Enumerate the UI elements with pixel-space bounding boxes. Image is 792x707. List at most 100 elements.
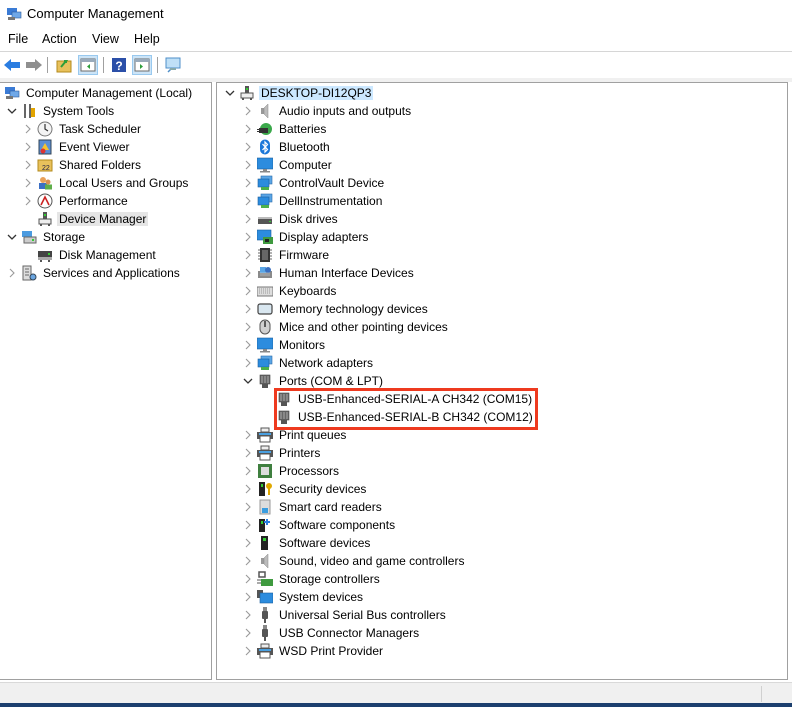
- device-category-batteries[interactable]: Batteries: [241, 120, 328, 138]
- tree-item-label: Memory technology devices: [279, 302, 428, 316]
- display-adapter-icon: [256, 229, 273, 245]
- chevron-right-icon[interactable]: [241, 138, 255, 156]
- device-category-memory-technology-devices[interactable]: Memory technology devices: [241, 300, 430, 318]
- chevron-right-icon[interactable]: [241, 210, 255, 228]
- chevron-right-icon[interactable]: [241, 300, 255, 318]
- device-category-software-components[interactable]: Software components: [241, 516, 397, 534]
- device-category-network-adapters[interactable]: Network adapters: [241, 354, 375, 372]
- chevron-right-icon[interactable]: [21, 174, 35, 192]
- tree-item-label: Software devices: [279, 536, 371, 550]
- help-button[interactable]: ?: [109, 55, 129, 75]
- device-category-disk-drives[interactable]: Disk drives: [241, 210, 340, 228]
- device-category-audio-inputs-and-outputs[interactable]: Audio inputs and outputs: [241, 102, 413, 120]
- chevron-right-icon[interactable]: [241, 336, 255, 354]
- chevron-right-icon[interactable]: [241, 354, 255, 372]
- chevron-right-icon[interactable]: [241, 318, 255, 336]
- firmware-icon: [257, 247, 273, 263]
- connect-computer-button[interactable]: [163, 55, 183, 75]
- device-category-smart-card-readers[interactable]: Smart card readers: [241, 498, 384, 516]
- device-category-controlvault-device[interactable]: ControlVault Device: [241, 174, 386, 192]
- tree-item-shared-folders[interactable]: 22 Shared Folders: [21, 156, 143, 174]
- chevron-right-icon[interactable]: [241, 462, 255, 480]
- device-category-human-interface-devices[interactable]: Human Interface Devices: [241, 264, 416, 282]
- chevron-right-icon[interactable]: [241, 624, 255, 642]
- menu-action[interactable]: Action: [42, 32, 77, 46]
- back-button[interactable]: [2, 55, 22, 75]
- computer-management-icon: [4, 85, 20, 101]
- device-category-keyboards[interactable]: Keyboards: [241, 282, 338, 300]
- device-category-monitors[interactable]: Monitors: [241, 336, 327, 354]
- chevron-down-icon[interactable]: [241, 372, 255, 390]
- device-category-bluetooth[interactable]: Bluetooth: [241, 138, 332, 156]
- device-category-dellinstrumentation[interactable]: DellInstrumentation: [241, 192, 384, 210]
- device-category-sound-video-and-game-controllers[interactable]: Sound, video and game controllers: [241, 552, 466, 570]
- tree-item-services-and-applications[interactable]: Services and Applications: [5, 264, 182, 282]
- forward-button[interactable]: [24, 55, 44, 75]
- chevron-right-icon[interactable]: [21, 192, 35, 210]
- show-hide-console-tree-button[interactable]: [78, 55, 98, 75]
- tree-item-system-tools[interactable]: System Tools: [5, 102, 116, 120]
- chevron-right-icon[interactable]: [241, 444, 255, 462]
- chevron-right-icon[interactable]: [21, 138, 35, 156]
- tree-item-event-viewer[interactable]: Event Viewer: [21, 138, 131, 156]
- chevron-right-icon[interactable]: [241, 534, 255, 552]
- chevron-right-icon[interactable]: [241, 480, 255, 498]
- device-category-wsd-print-provider[interactable]: WSD Print Provider: [241, 642, 385, 660]
- tree-item-storage[interactable]: Storage: [5, 228, 87, 246]
- tree-item-performance[interactable]: Performance: [21, 192, 130, 210]
- menu-view[interactable]: View: [92, 32, 119, 46]
- device-category-usb-connector-managers[interactable]: USB Connector Managers: [241, 624, 421, 642]
- chevron-right-icon[interactable]: [241, 264, 255, 282]
- device-category-display-adapters[interactable]: Display adapters: [241, 228, 370, 246]
- tree-item-label: Disk drives: [279, 212, 338, 226]
- console-tree-pane: Computer Management (Local) System Tools T…: [0, 82, 212, 680]
- chevron-right-icon[interactable]: [241, 120, 255, 138]
- chevron-right-icon[interactable]: [241, 228, 255, 246]
- battery-icon: [257, 121, 273, 137]
- device-tree-root[interactable]: DESKTOP-DI12QP3: [223, 84, 374, 102]
- device-category-system-devices[interactable]: System devices: [241, 588, 365, 606]
- device-category-printers[interactable]: Printers: [241, 444, 322, 462]
- system-devices-icon: [257, 589, 274, 605]
- device-category-software-devices[interactable]: Software devices: [241, 534, 372, 552]
- up-one-level-button[interactable]: [54, 55, 74, 75]
- chevron-right-icon[interactable]: [241, 588, 255, 606]
- show-hide-action-pane-button[interactable]: [132, 55, 152, 75]
- chevron-right-icon[interactable]: [5, 264, 19, 282]
- chevron-right-icon[interactable]: [241, 156, 255, 174]
- chevron-down-icon[interactable]: [5, 102, 19, 120]
- chevron-right-icon[interactable]: [241, 192, 255, 210]
- tree-item-task-scheduler[interactable]: Task Scheduler: [21, 120, 143, 138]
- device-category-mice-and-other-pointing-devices[interactable]: Mice and other pointing devices: [241, 318, 450, 336]
- chevron-right-icon[interactable]: [21, 120, 35, 138]
- chevron-down-icon[interactable]: [223, 84, 237, 102]
- tree-item-disk-management[interactable]: Disk Management: [21, 246, 158, 264]
- device-category-security-devices[interactable]: Security devices: [241, 480, 368, 498]
- chevron-right-icon[interactable]: [241, 570, 255, 588]
- chevron-right-icon[interactable]: [241, 606, 255, 624]
- toolbar-separator: [47, 57, 48, 73]
- device-category-processors[interactable]: Processors: [241, 462, 341, 480]
- device-manager-icon: [37, 211, 53, 227]
- chevron-right-icon[interactable]: [241, 426, 255, 444]
- tree-item-device-manager[interactable]: Device Manager: [21, 210, 149, 228]
- chevron-right-icon[interactable]: [241, 642, 255, 660]
- device-category-firmware[interactable]: Firmware: [241, 246, 331, 264]
- menu-file[interactable]: File: [8, 32, 28, 46]
- chevron-right-icon[interactable]: [21, 156, 35, 174]
- chevron-down-icon[interactable]: [5, 228, 19, 246]
- chevron-right-icon[interactable]: [241, 552, 255, 570]
- chevron-right-icon[interactable]: [241, 498, 255, 516]
- device-category-universal-serial-bus-controllers[interactable]: Universal Serial Bus controllers: [241, 606, 448, 624]
- tree-item-local-users-and-groups[interactable]: Local Users and Groups: [21, 174, 190, 192]
- chevron-right-icon[interactable]: [241, 516, 255, 534]
- chevron-right-icon[interactable]: [241, 246, 255, 264]
- chevron-right-icon[interactable]: [241, 174, 255, 192]
- device-category-computer[interactable]: Computer: [241, 156, 334, 174]
- menu-help[interactable]: Help: [134, 32, 160, 46]
- tree-item-computer-management-local[interactable]: Computer Management (Local): [2, 84, 194, 102]
- chevron-right-icon[interactable]: [241, 102, 255, 120]
- device-category-storage-controllers[interactable]: Storage controllers: [241, 570, 382, 588]
- chevron-right-icon[interactable]: [241, 282, 255, 300]
- tree-item-label: Ports (COM & LPT): [279, 374, 384, 388]
